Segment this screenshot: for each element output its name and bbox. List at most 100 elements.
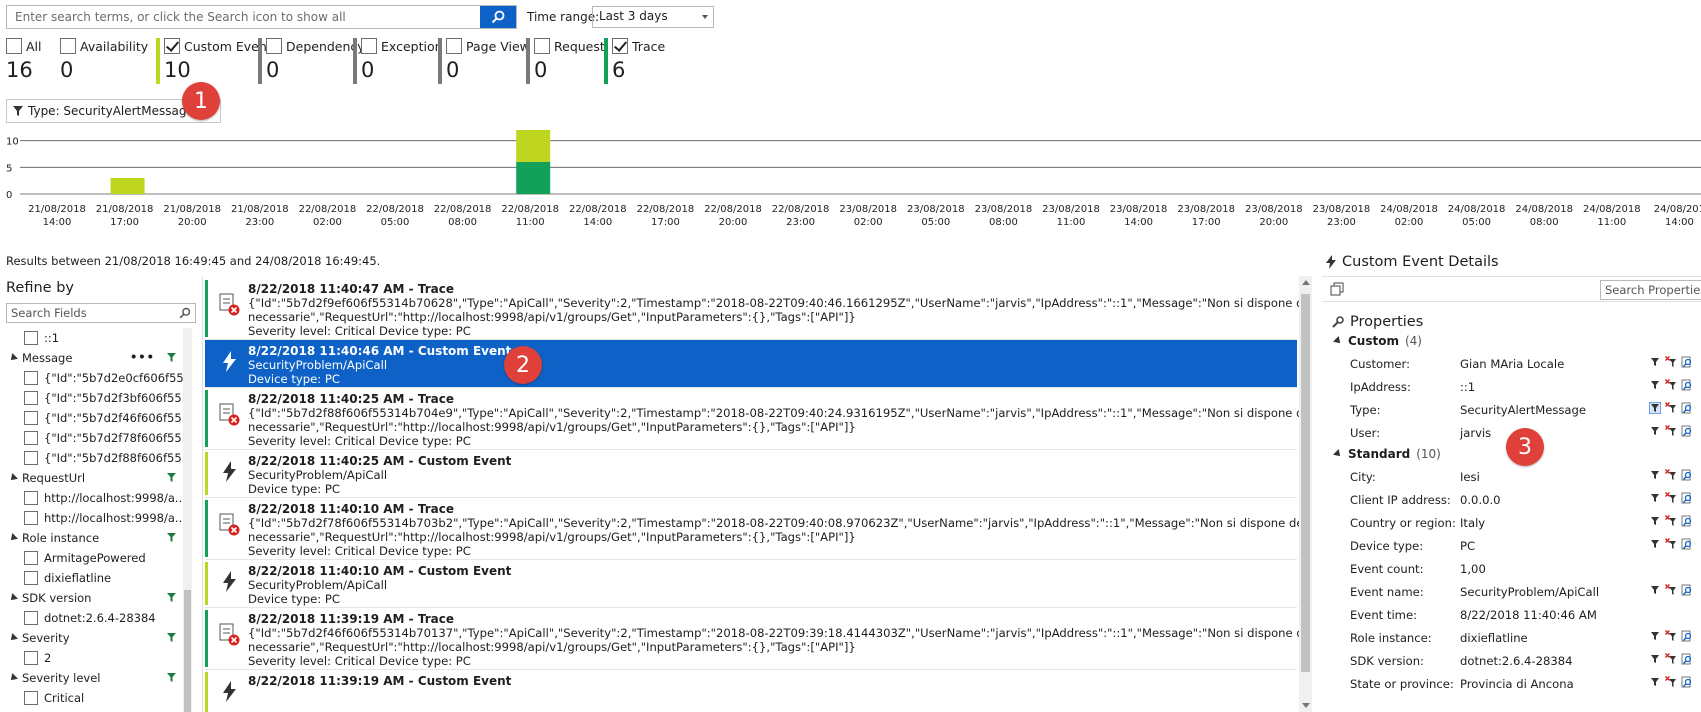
collapse-triangle-icon[interactable] (8, 473, 18, 483)
time-range-dropdown[interactable]: Last 3 days (592, 6, 714, 28)
more-icon[interactable]: ••• (130, 350, 155, 364)
result-row-trace[interactable]: 8/22/2018 11:39:19 AM - Trace {"Id":"5b7d… (205, 608, 1312, 670)
refine-value[interactable]: ::1 (24, 328, 59, 348)
scroll-up-icon[interactable] (1302, 280, 1310, 285)
refine-checkbox[interactable] (24, 371, 38, 385)
search-value-icon[interactable] (1681, 425, 1693, 437)
refine-value[interactable]: {"Id":"5b7d2f3bf606f55... (24, 388, 191, 408)
refine-checkbox[interactable] (24, 551, 38, 565)
type-checkbox[interactable] (534, 38, 550, 54)
refine-value[interactable]: ArmitagePowered (24, 548, 146, 568)
filter-exclude-icon[interactable] (1665, 630, 1677, 642)
search-value-icon[interactable] (1681, 653, 1693, 665)
search-value-icon[interactable] (1681, 538, 1693, 550)
filter-include-icon[interactable] (1649, 653, 1661, 665)
filter-include-icon[interactable] (1649, 492, 1661, 504)
result-row-custom-event[interactable]: 8/22/2018 11:40:46 AM - Custom Event Secu… (205, 340, 1297, 388)
filter-exclude-icon[interactable] (1665, 425, 1677, 437)
refine-group[interactable]: Severity (8, 628, 185, 648)
filter-exclude-icon[interactable] (1665, 402, 1677, 414)
property-group-custom[interactable]: Custom (4) (1333, 334, 1422, 348)
filter-include-icon[interactable] (1649, 379, 1661, 391)
collapse-triangle-icon[interactable] (1333, 449, 1343, 459)
filter-include-icon[interactable] (1649, 425, 1661, 437)
add-filter-icon[interactable] (166, 352, 177, 363)
add-filter-icon[interactable] (166, 532, 177, 543)
refine-group[interactable]: Role instance (8, 528, 185, 548)
type-checkbox[interactable] (446, 38, 462, 54)
collapse-triangle-icon[interactable] (8, 633, 18, 643)
scrollbar-thumb[interactable] (1301, 294, 1310, 672)
result-row-custom-event[interactable]: 8/22/2018 11:40:25 AM - Custom Event Secu… (205, 450, 1297, 498)
refine-checkbox[interactable] (24, 411, 38, 425)
filter-exclude-icon[interactable] (1665, 584, 1677, 596)
refine-value[interactable]: {"Id":"5b7d2e0cf606f55... (24, 368, 191, 388)
filter-include-icon[interactable] (1649, 676, 1661, 688)
type-checkbox[interactable] (361, 38, 377, 54)
result-row-trace[interactable]: 8/22/2018 11:40:25 AM - Trace {"Id":"5b7d… (205, 388, 1312, 450)
add-filter-icon[interactable] (166, 672, 177, 683)
search-value-icon[interactable] (1681, 469, 1693, 481)
refine-value[interactable]: {"Id":"5b7d2f46f606f55... (24, 408, 191, 428)
collapse-triangle-icon[interactable] (8, 593, 18, 603)
refine-value[interactable]: {"Id":"5b7d2f88f606f55... (24, 448, 191, 468)
filter-include-icon[interactable] (1649, 402, 1661, 414)
type-checkbox[interactable] (60, 38, 76, 54)
add-filter-icon[interactable] (166, 632, 177, 643)
bar-custom-event[interactable] (110, 178, 145, 194)
results-scrollbar[interactable] (1299, 276, 1312, 712)
filter-exclude-icon[interactable] (1665, 515, 1677, 527)
refine-value[interactable]: dixieflatline (24, 568, 111, 588)
collapse-triangle-icon[interactable] (1333, 336, 1343, 346)
filter-exclude-icon[interactable] (1665, 653, 1677, 665)
scrollbar-thumb[interactable] (184, 590, 191, 712)
filter-exclude-icon[interactable] (1665, 469, 1677, 481)
result-row-custom-event[interactable]: 8/22/2018 11:40:10 AM - Custom Event Secu… (205, 560, 1297, 608)
search-button[interactable] (480, 6, 516, 28)
add-filter-icon[interactable] (166, 472, 177, 483)
add-filter-icon[interactable] (166, 592, 177, 603)
filter-exclude-icon[interactable] (1665, 676, 1677, 688)
filter-exclude-icon[interactable] (1665, 538, 1677, 550)
search-properties-input[interactable]: Search Properties (1600, 280, 1701, 300)
search-input[interactable] (7, 6, 480, 28)
property-group-standard[interactable]: Standard (10) (1333, 447, 1441, 461)
filter-include-icon[interactable] (1649, 469, 1661, 481)
refine-value[interactable]: 2 (24, 648, 51, 668)
filter-include-icon[interactable] (1649, 630, 1661, 642)
filter-include-icon[interactable] (1649, 538, 1661, 550)
refine-scrollbar[interactable] (183, 328, 192, 712)
refine-group[interactable]: Severity level (8, 668, 185, 688)
bar-custom-event[interactable] (516, 130, 551, 162)
refine-value[interactable]: http://localhost:9998/a... (24, 488, 186, 508)
filter-exclude-icon[interactable] (1665, 492, 1677, 504)
filter-include-icon[interactable] (1649, 584, 1661, 596)
refine-value[interactable]: dotnet:2.6.4-28384 (24, 608, 156, 628)
search-value-icon[interactable] (1681, 356, 1693, 368)
type-checkbox[interactable] (266, 38, 282, 54)
search-value-icon[interactable] (1681, 515, 1693, 527)
refine-checkbox[interactable] (24, 651, 38, 665)
search-value-icon[interactable] (1681, 379, 1693, 391)
type-checkbox[interactable] (612, 38, 628, 54)
collapse-triangle-icon[interactable] (8, 673, 18, 683)
filter-exclude-icon[interactable] (1665, 356, 1677, 368)
refine-group[interactable]: RequestUrl (8, 468, 185, 488)
type-checkbox[interactable] (164, 38, 180, 54)
search-value-icon[interactable] (1681, 402, 1693, 414)
filter-include-icon[interactable] (1649, 356, 1661, 368)
scroll-down-icon[interactable] (1302, 703, 1310, 708)
refine-value[interactable]: Critical (24, 688, 84, 708)
refine-checkbox[interactable] (24, 491, 38, 505)
refine-value[interactable]: {"Id":"5b7d2f78f606f55... (24, 428, 191, 448)
refine-checkbox[interactable] (24, 691, 38, 705)
type-checkbox[interactable] (6, 38, 22, 54)
result-row-trace[interactable]: 8/22/2018 11:40:10 AM - Trace {"Id":"5b7d… (205, 498, 1312, 560)
refine-checkbox[interactable] (24, 511, 38, 525)
filter-include-icon[interactable] (1649, 515, 1661, 527)
search-value-icon[interactable] (1681, 584, 1693, 596)
refine-checkbox[interactable] (24, 331, 38, 345)
search-value-icon[interactable] (1681, 676, 1693, 688)
search-value-icon[interactable] (1681, 630, 1693, 642)
refine-value[interactable]: http://localhost:9998/a... (24, 508, 186, 528)
